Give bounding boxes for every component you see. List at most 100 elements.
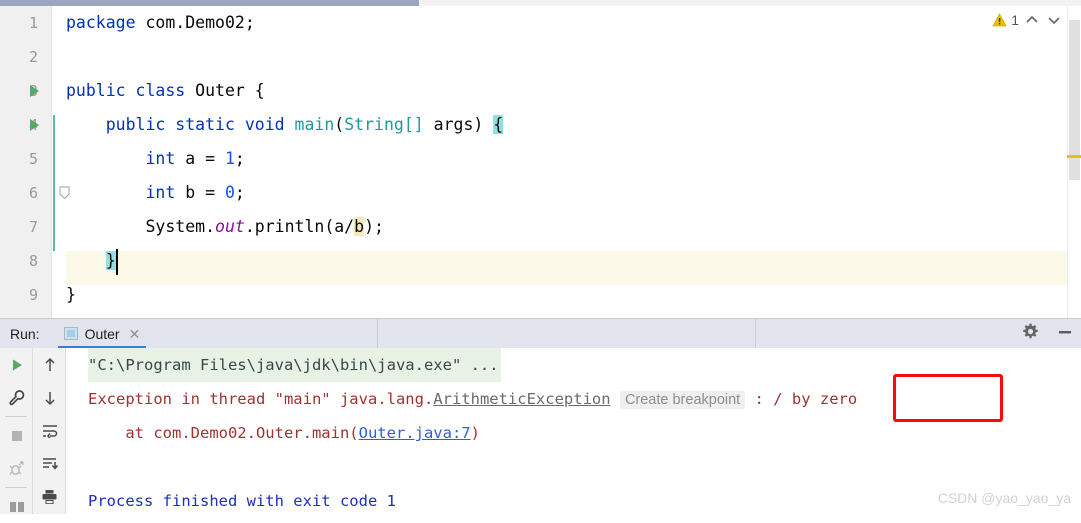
code-text: int b = 0;: [66, 176, 245, 210]
token-brace: {: [254, 81, 265, 100]
line-number: 9: [28, 286, 38, 304]
gear-icon[interactable]: [1022, 323, 1039, 345]
edit-configuration-button[interactable]: [0, 381, 33, 414]
stop-button[interactable]: [0, 419, 33, 452]
exception-separator: : /: [745, 390, 792, 408]
warning-count: 1: [1011, 12, 1019, 28]
stacktrace-file-link[interactable]: Outer.java:7: [359, 424, 471, 442]
run-tab-label: Outer: [84, 325, 120, 342]
run-toolbar-secondary: [33, 348, 66, 514]
token-param: args: [423, 115, 474, 134]
code-text: int a = 1;: [66, 142, 244, 176]
arrow-up-icon[interactable]: [33, 348, 66, 381]
stacktrace-suffix: ): [470, 424, 480, 442]
token-keyword: static: [175, 115, 235, 134]
line-number: 1: [28, 14, 38, 32]
code-text: }: [66, 244, 116, 278]
header-separator: [755, 319, 756, 349]
run-toolbar-primary: [0, 348, 33, 514]
rerun-failed-icon[interactable]: [0, 452, 33, 485]
text-caret: [116, 249, 118, 275]
code-line[interactable]: 8 }: [0, 244, 1081, 278]
idea-window: 1 package com.Demo02; 2 3 public class O…: [0, 0, 1081, 514]
token-plain: System.: [145, 217, 216, 236]
token-plain: .println(a/: [244, 217, 355, 236]
code-editor[interactable]: 1 package com.Demo02; 2 3 public class O…: [0, 6, 1081, 318]
java-command-text: "C:\Program Files\java\jdk\bin\java.exe"…: [88, 348, 501, 382]
token-brace-matched: }: [105, 251, 116, 270]
header-separator: [377, 319, 378, 349]
code-text: System.out.println(a/b);: [66, 210, 384, 244]
run-gutter-icon[interactable]: [30, 119, 39, 131]
inspection-widget[interactable]: 1: [992, 10, 1063, 30]
console-line-exception: Exception in thread "main" java.lang.Ari…: [66, 382, 1081, 416]
console-line-stacktrace: at com.Demo02.Outer.main(Outer.java:7): [66, 416, 1081, 450]
token-keyword: public: [105, 115, 166, 134]
console-tab-icon: [63, 327, 78, 340]
exception-prefix: Exception in thread "main" java.lang.: [88, 390, 434, 408]
process-finished-text: Process finished with exit code 1: [88, 492, 396, 510]
token-plain: com.Demo02;: [135, 13, 255, 32]
printer-icon[interactable]: [33, 480, 66, 513]
warning-triangle-icon: [992, 13, 1007, 27]
token-keyword: int: [145, 149, 176, 168]
code-lines: 1 package com.Demo02; 2 3 public class O…: [0, 6, 1081, 318]
editor-marker-bar[interactable]: [1067, 6, 1081, 318]
warning-marker-stripe[interactable]: [1067, 155, 1081, 158]
code-text: package com.Demo02;: [66, 6, 255, 40]
create-breakpoint-link[interactable]: Create breakpoint: [619, 391, 746, 409]
watermark: CSDN @yao_yao_ya: [937, 490, 1071, 506]
run-gutter-icon[interactable]: [30, 85, 39, 97]
minimize-icon[interactable]: [1057, 325, 1073, 344]
toolbar-divider: [5, 416, 27, 417]
line-number: 6: [28, 184, 38, 202]
console-output[interactable]: "C:\Program Files\java\jdk\bin\java.exe"…: [66, 348, 1081, 514]
layout-button[interactable]: [0, 490, 33, 523]
code-line[interactable]: 7 System.out.println(a/b);: [0, 210, 1081, 244]
token-keyword: public: [66, 81, 126, 100]
token-punct: ): [473, 115, 494, 134]
token-method: main: [294, 115, 335, 134]
code-line[interactable]: 9 }: [0, 278, 1081, 312]
token-number: 1: [224, 149, 235, 168]
code-line[interactable]: 5 int a = 1;: [0, 142, 1081, 176]
token-brace: }: [66, 285, 76, 304]
token-keyword: int: [145, 183, 176, 202]
run-header: Run: Outer ✕: [0, 318, 1081, 349]
run-tool-window: Run: Outer ✕ "C:\Program Files\java\jdk\…: [0, 318, 1081, 514]
code-text: public class Outer {: [66, 74, 265, 108]
stacktrace-prefix: at com.Demo02.Outer.main(: [88, 424, 359, 442]
token-punct: (: [334, 115, 345, 134]
code-text: public static void main(String[] args) {: [66, 108, 504, 142]
token-number: 0: [224, 183, 235, 202]
token-punct: ;: [234, 183, 245, 202]
chevron-up-icon[interactable]: [1023, 11, 1041, 29]
line-number: 8: [28, 252, 38, 270]
console-line-command: "C:\Program Files\java\jdk\bin\java.exe"…: [66, 348, 1081, 382]
token-punct: );: [364, 217, 384, 236]
exception-class-link[interactable]: ArithmeticException: [433, 390, 610, 408]
scroll-to-end-icon[interactable]: [33, 447, 66, 480]
code-line[interactable]: 3 public class Outer {: [0, 74, 1081, 108]
token-keyword: class: [135, 81, 186, 100]
soft-wrap-icon[interactable]: [33, 414, 66, 447]
line-number: 7: [28, 218, 38, 236]
chevron-down-icon[interactable]: [1045, 11, 1063, 29]
token-class: Outer: [195, 81, 245, 100]
token-plain: a =: [175, 149, 225, 168]
code-line[interactable]: 2: [0, 40, 1081, 74]
token-type: String[]: [344, 115, 424, 134]
rerun-button[interactable]: [0, 348, 33, 381]
token-keyword: void: [244, 115, 285, 134]
close-icon[interactable]: ✕: [129, 327, 141, 341]
line-number: 5: [28, 150, 38, 168]
code-line[interactable]: 6 int b = 0;: [0, 176, 1081, 210]
toolbar-divider: [5, 487, 27, 488]
console-line-finish: Process finished with exit code 1: [66, 484, 1081, 514]
arrow-down-icon[interactable]: [33, 381, 66, 414]
code-line[interactable]: 1 package com.Demo02;: [0, 6, 1081, 40]
code-line[interactable]: 4 public static void main(String[] args)…: [0, 108, 1081, 200]
exception-message: by zero: [791, 390, 858, 408]
run-tab-outer[interactable]: Outer ✕: [57, 319, 147, 349]
